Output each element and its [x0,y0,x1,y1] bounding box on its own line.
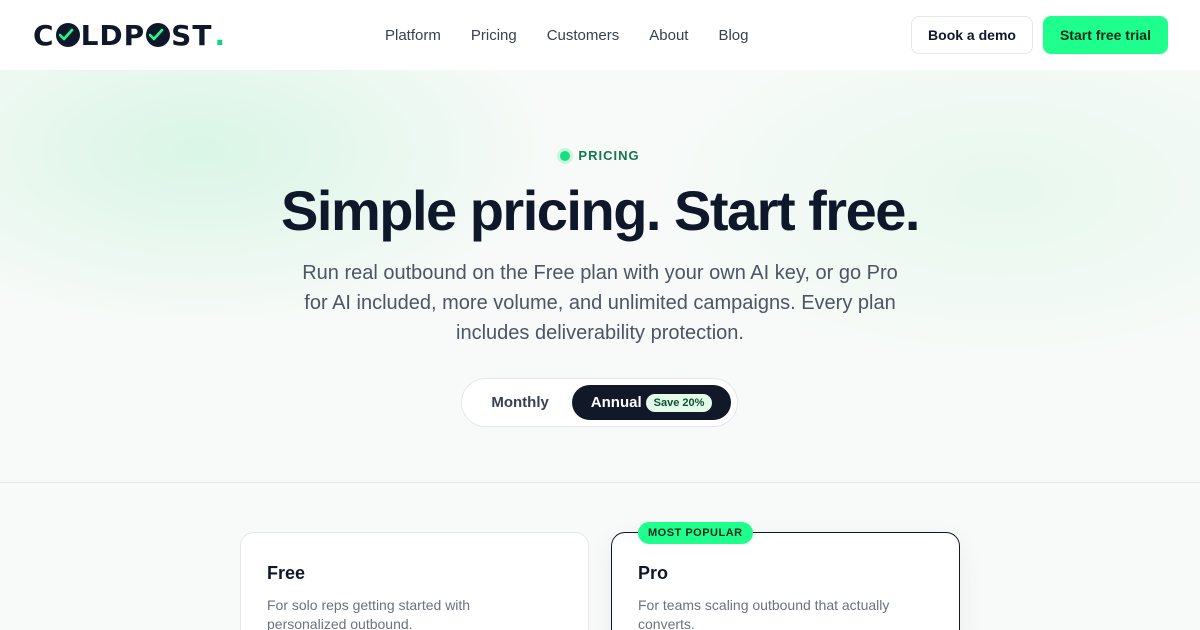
nav-platform[interactable]: Platform [385,27,441,44]
plan-name: Pro [638,563,669,583]
billing-monthly-option[interactable]: Monthly [468,385,572,420]
page-title: Simple pricing. Start free. [281,179,920,242]
logo-dot: . [214,18,227,52]
coldpost-logo[interactable]: C LDP ST . [33,19,226,52]
start-free-trial-button[interactable]: Start free trial [1042,16,1168,54]
logo-text-ldp: LDP [80,18,146,52]
plan-name: Free [267,563,306,583]
nav-pricing[interactable]: Pricing [471,27,517,44]
logo-text-c: C [33,18,55,52]
status-dot-icon [560,150,571,161]
site-header: C LDP ST . Platform Pricing Customers Ab… [0,0,1200,70]
nav-blog[interactable]: Blog [718,27,748,44]
save-badge: Save 20% [645,393,713,412]
plan-description: For teams scaling outbound that actually… [638,597,890,630]
nav-customers[interactable]: Customers [547,27,620,44]
logo-text-st: ST [171,18,213,52]
plans-section: Free For solo reps getting started with … [0,484,1200,630]
pricing-page: C LDP ST . Platform Pricing Customers Ab… [0,0,1200,630]
header-actions: Book a demo Start free trial [911,16,1168,54]
eyebrow-label: PRICING [578,148,640,163]
nav-about[interactable]: About [649,27,688,44]
hero-section: PRICING Simple pricing. Start free. Run … [0,70,1200,483]
plan-description: For solo reps getting started with perso… [267,597,471,630]
billing-annual-option[interactable]: Annual Save 20% [572,385,731,420]
eyebrow: PRICING [0,148,1200,163]
billing-annual-label: Annual [590,394,642,411]
plan-card-pro: MOST POPULAR Pro For teams scaling outbo… [611,522,960,630]
plan-card-free: Free For solo reps getting started with … [240,532,589,630]
book-demo-button[interactable]: Book a demo [911,16,1033,54]
hero-subtitle: Run real outbound on the Free plan with … [302,262,898,344]
logo-check-icon [55,23,80,47]
billing-toggle: Monthly Annual Save 20% [461,378,738,427]
logo-check-icon-2 [146,23,171,47]
most-popular-badge: MOST POPULAR [638,522,753,544]
main-nav: Platform Pricing Customers About Blog [385,0,748,70]
